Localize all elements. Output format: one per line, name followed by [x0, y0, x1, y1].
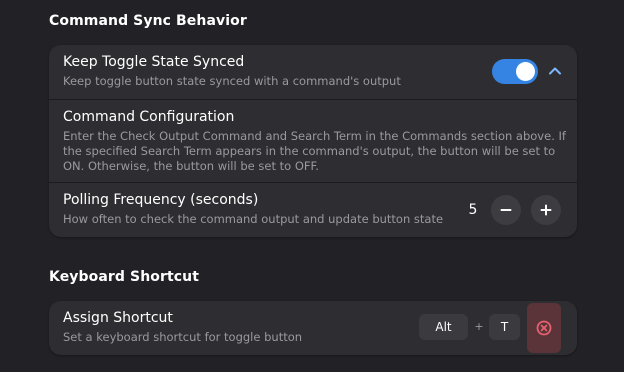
preferences-page: Command Sync Behavior Keep Toggle State …: [0, 0, 624, 372]
polling-frequency-title: Polling Frequency (seconds): [63, 192, 259, 208]
command-configuration-row: Command Configuration Enter the Check Ou…: [49, 100, 577, 182]
keep-toggle-synced-title: Keep Toggle State Synced: [63, 54, 245, 70]
command-configuration-description: Enter the Check Output Command and Searc…: [63, 129, 566, 173]
keyboard-shortcut-card: Assign Shortcut Set a keyboard shortcut …: [49, 301, 577, 355]
decrease-polling-button[interactable]: [491, 195, 521, 225]
increase-polling-button[interactable]: [531, 195, 561, 225]
clear-circle-icon: [536, 320, 552, 336]
plus-icon: [540, 204, 552, 216]
keep-toggle-synced-switch[interactable]: [492, 59, 538, 84]
section-title-command-sync: Command Sync Behavior: [49, 13, 247, 29]
keep-toggle-synced-row[interactable]: Keep Toggle State Synced Keep toggle but…: [49, 45, 577, 99]
command-sync-card: Keep Toggle State Synced Keep toggle but…: [49, 45, 577, 237]
section-title-keyboard-shortcut: Keyboard Shortcut: [49, 269, 200, 285]
keep-toggle-synced-subtitle: Keep toggle button state synced with a c…: [63, 74, 401, 88]
assign-shortcut-subtitle: Set a keyboard shortcut for toggle butto…: [63, 330, 303, 344]
switch-knob: [516, 62, 535, 81]
chevron-up-icon[interactable]: [545, 61, 565, 81]
polling-frequency-value: 5: [468, 202, 478, 218]
shortcut-separator: +: [474, 320, 484, 333]
clear-shortcut-button[interactable]: [527, 303, 561, 353]
assign-shortcut-row[interactable]: Assign Shortcut Set a keyboard shortcut …: [49, 301, 577, 355]
command-configuration-title: Command Configuration: [63, 109, 235, 125]
minus-icon: [500, 209, 512, 211]
shortcut-key: T: [489, 314, 520, 340]
polling-frequency-subtitle: How often to check the command output an…: [63, 212, 444, 226]
polling-frequency-row: Polling Frequency (seconds) How often to…: [49, 183, 577, 237]
shortcut-modifier-key: Alt: [419, 314, 468, 340]
assign-shortcut-title: Assign Shortcut: [63, 310, 173, 326]
